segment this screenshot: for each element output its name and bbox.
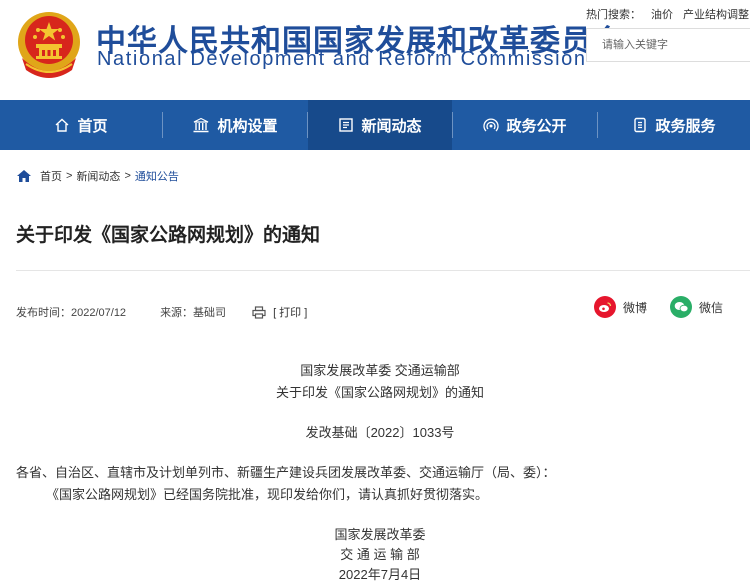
breadcrumb-separator: > (124, 170, 131, 182)
hot-search-term[interactable]: 油价 (651, 9, 673, 21)
main-nav: 首页 机构设置 新闻动态 政务公开 政务服务 (0, 100, 750, 150)
hot-search: 热门搜索： 油价 产业结构调整 (586, 6, 750, 22)
nav-label: 政务公开 (506, 117, 567, 135)
doc-issuer: 国家发展改革委 交通运输部 (300, 363, 460, 378)
broadcast-icon (483, 117, 500, 133)
title-divider (16, 270, 750, 271)
doc-paragraph: 《国家公路网规划》已经国务院批准，现印发给你们，请认真抓好贯彻落实。 (46, 487, 489, 502)
national-emblem-icon[interactable] (14, 8, 84, 80)
nav-item-services[interactable]: 政务服务 (598, 100, 750, 150)
share-weixin-label: 微信 (699, 300, 724, 315)
share-weibo-button[interactable]: 微博 (594, 296, 647, 318)
article-meta: 发布时间：2022/07/12 来源：基础司 [ 打印 ] (16, 304, 307, 320)
nav-label: 首页 (77, 117, 108, 135)
nav-label: 新闻动态 (361, 117, 422, 135)
breadcrumb-notices[interactable]: 通知公告 (135, 168, 179, 184)
share-weibo-label: 微博 (623, 300, 648, 315)
breadcrumb-home[interactable]: 首页 (40, 168, 62, 184)
site-header: 中华人民共和国国家发展和改革委员会 National Development a… (0, 0, 750, 100)
nav-label: 机构设置 (217, 117, 278, 135)
doc-number: 发改基础〔2022〕1033号 (305, 425, 455, 440)
doc-heading: 关于印发《国家公路网规划》的通知 (275, 385, 484, 400)
search-box (586, 28, 750, 62)
article-source: 来源：基础司 (160, 307, 227, 319)
nav-item-organization[interactable]: 机构设置 (163, 100, 307, 150)
nav-item-government-affairs[interactable]: 政务公开 (453, 100, 597, 150)
weibo-icon (594, 296, 616, 318)
print-button[interactable]: [ 打印 ] (252, 304, 307, 320)
doc-signature-mot: 交 通 运 输 部 (340, 547, 420, 562)
page-title: 关于印发《国家公路网规划》的通知 (16, 225, 321, 246)
search-input[interactable] (587, 29, 750, 61)
breadcrumb-separator: > (66, 170, 73, 182)
print-label: [ 打印 ] (273, 307, 308, 319)
home-icon[interactable] (16, 169, 32, 183)
doc-signature-ndrc: 国家发展改革委 (334, 527, 426, 542)
breadcrumb: 首页 > 新闻动态 > 通知公告 (16, 168, 179, 184)
newspaper-icon (338, 117, 354, 133)
printer-icon (252, 305, 266, 319)
site-title-en: National Development and Reform Commissi… (97, 48, 587, 70)
doc-date: 2022年7月4日 (338, 567, 422, 582)
nav-item-home[interactable]: 首页 (0, 100, 162, 150)
publish-time: 发布时间：2022/07/12 (16, 307, 127, 319)
nav-item-news[interactable]: 新闻动态 (308, 100, 452, 150)
doc-recipients: 各省、自治区、直辖市及计划单列市、新疆生产建设兵团发展改革委、交通运输厅（局、委… (16, 465, 556, 480)
hot-search-term[interactable]: 产业结构调整 (683, 9, 749, 21)
breadcrumb-news[interactable]: 新闻动态 (76, 168, 120, 184)
hot-search-label: 热门搜索： (586, 9, 641, 21)
building-icon (192, 117, 210, 133)
home-icon (54, 117, 70, 133)
nav-label: 政务服务 (655, 117, 716, 135)
wechat-icon (670, 296, 692, 318)
share-weixin-button[interactable]: 微信 (670, 296, 723, 318)
document-icon (632, 117, 648, 133)
